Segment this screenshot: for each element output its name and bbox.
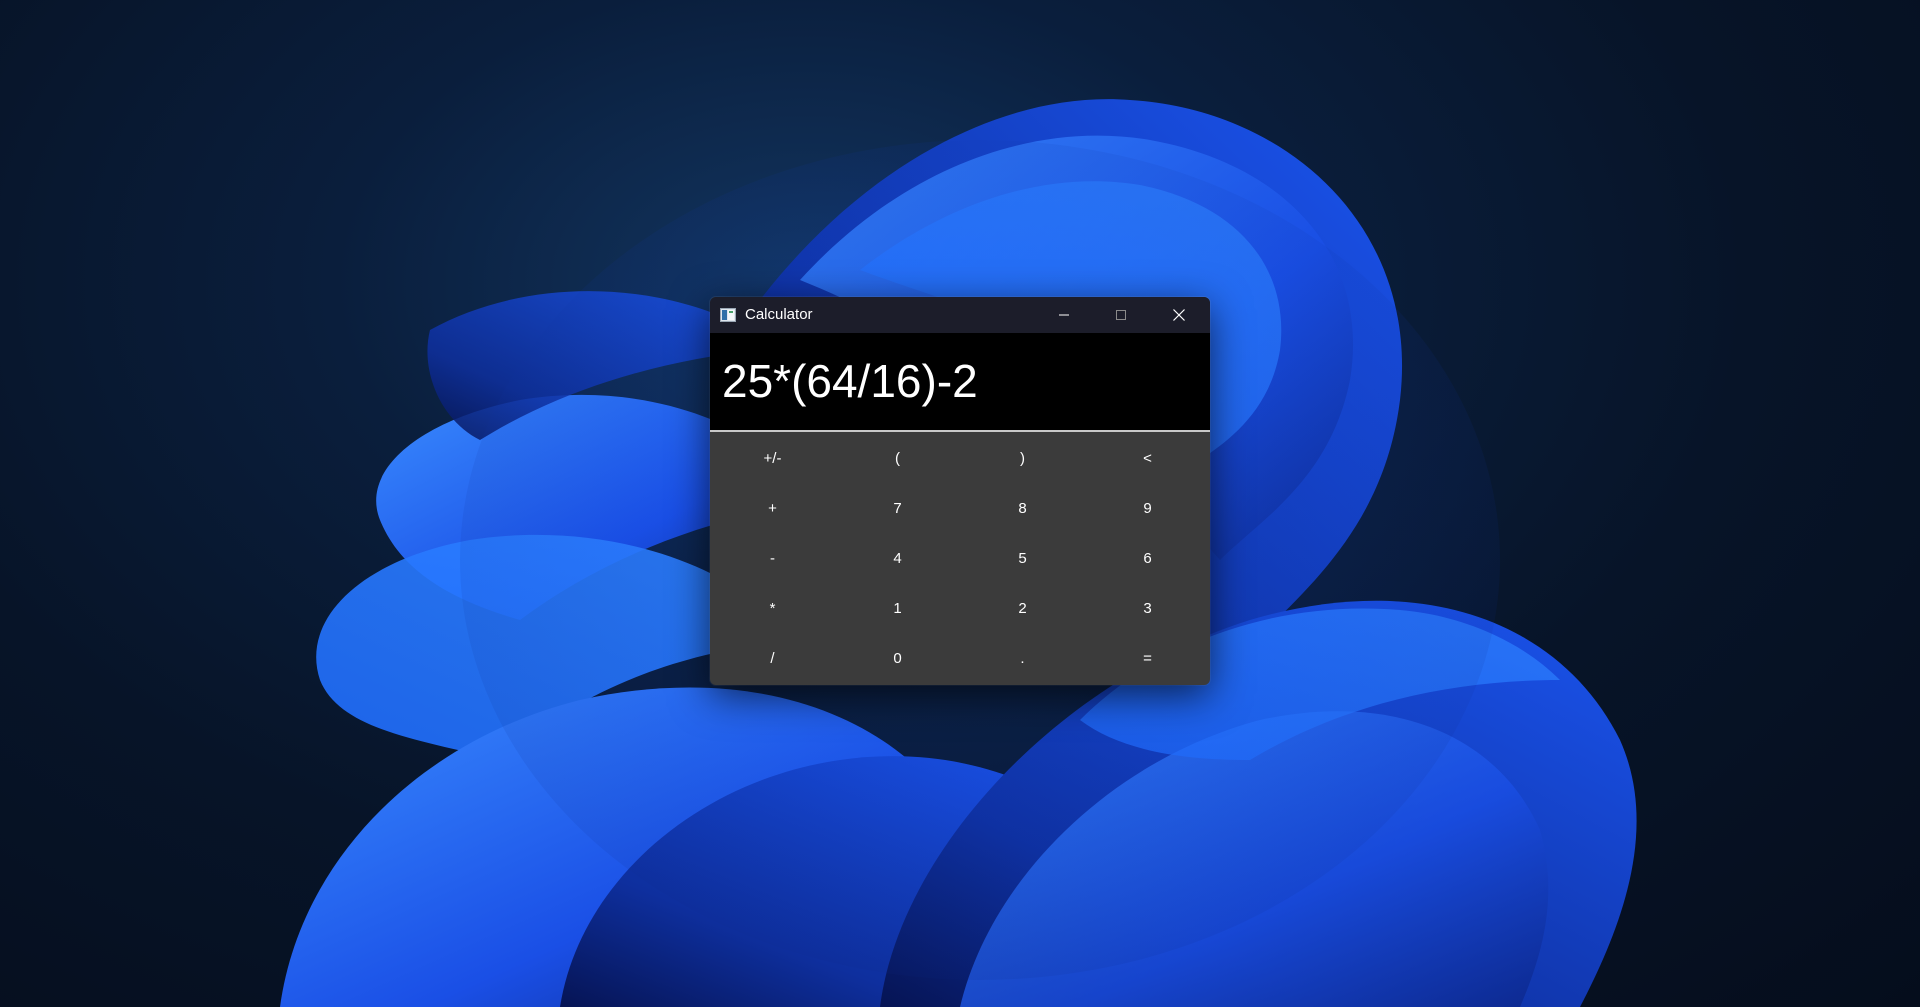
key-divide[interactable]: / [710, 633, 835, 683]
key-0[interactable]: 0 [835, 633, 960, 683]
keypad: +/- ( ) < + 7 8 9 - 4 5 6 * 1 2 3 / 0 . … [710, 432, 1210, 685]
expression-text: 25*(64/16)-2 [722, 355, 978, 407]
key-close-paren[interactable]: ) [960, 433, 1085, 483]
calculator-display[interactable]: 25*(64/16)-2 [710, 333, 1210, 430]
calculator-app-icon [720, 308, 736, 322]
key-decimal[interactable]: . [960, 633, 1085, 683]
key-backspace[interactable]: < [1085, 433, 1210, 483]
key-7[interactable]: 7 [835, 483, 960, 533]
key-minus[interactable]: - [710, 533, 835, 583]
key-plus[interactable]: + [710, 483, 835, 533]
maximize-button[interactable] [1092, 297, 1150, 333]
key-multiply[interactable]: * [710, 583, 835, 633]
key-2[interactable]: 2 [960, 583, 1085, 633]
maximize-icon [1116, 310, 1126, 320]
key-sign-toggle[interactable]: +/- [710, 433, 835, 483]
key-1[interactable]: 1 [835, 583, 960, 633]
close-icon [1173, 309, 1185, 321]
key-4[interactable]: 4 [835, 533, 960, 583]
key-open-paren[interactable]: ( [835, 433, 960, 483]
key-3[interactable]: 3 [1085, 583, 1210, 633]
key-equals[interactable]: = [1085, 633, 1210, 683]
title-bar[interactable]: Calculator [710, 297, 1210, 333]
calculator-window: Calculator 25*(64/16)-2 +/- ( ) < + 7 8 [710, 297, 1210, 685]
key-8[interactable]: 8 [960, 483, 1085, 533]
key-5[interactable]: 5 [960, 533, 1085, 583]
minimize-icon [1059, 314, 1069, 316]
close-button[interactable] [1150, 297, 1208, 333]
window-title: Calculator [745, 306, 813, 323]
minimize-button[interactable] [1035, 297, 1093, 333]
key-9[interactable]: 9 [1085, 483, 1210, 533]
key-6[interactable]: 6 [1085, 533, 1210, 583]
